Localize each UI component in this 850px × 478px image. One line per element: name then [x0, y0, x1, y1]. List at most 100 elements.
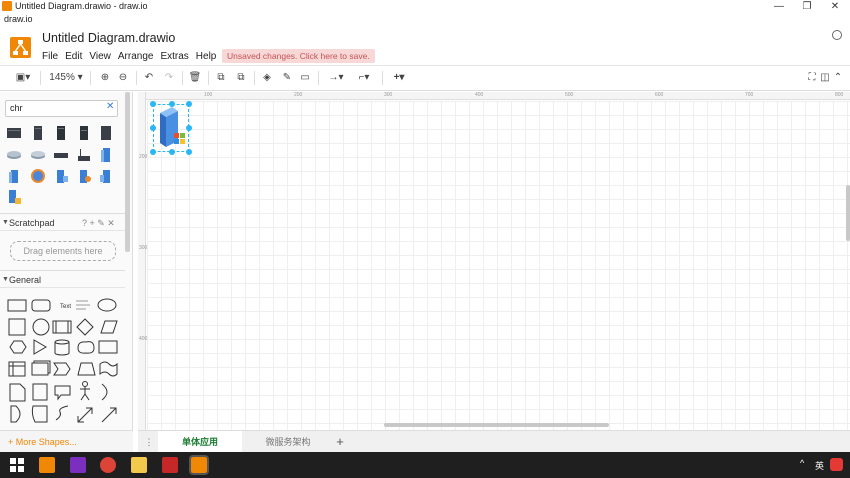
resize-handle[interactable]	[186, 101, 192, 107]
drawio-app-icon	[2, 1, 12, 11]
collapse-icon[interactable]: ⌃	[832, 71, 844, 85]
shape-search-input[interactable]: chr	[5, 100, 118, 117]
url-label: draw.io	[4, 14, 33, 24]
diagram-canvas[interactable]: 100 200 300 400 500 600 700 800 200 300 …	[138, 92, 850, 430]
resize-handle[interactable]	[186, 125, 192, 131]
collapse-arrow-icon: ▼	[2, 276, 9, 283]
shape-sidebar: chr ✕ ▼ Scratchpad ? + ✎ ✕ Drag elements…	[0, 92, 133, 430]
format-panel-icon[interactable]: ▣▾	[12, 71, 34, 85]
windows-server-icon[interactable]	[6, 189, 22, 205]
resize-handle[interactable]	[150, 125, 156, 131]
globe-server-icon[interactable]	[30, 168, 46, 184]
undo-icon[interactable]: ↶	[142, 71, 156, 85]
split-panel-icon[interactable]: ◫	[819, 71, 831, 85]
to-back-icon[interactable]: ⧉	[234, 71, 248, 85]
menu-view[interactable]: View	[89, 51, 111, 62]
zoom-select[interactable]: 145% ▾	[48, 71, 84, 85]
zoom-out-icon[interactable]: ⊖	[116, 71, 130, 85]
zoom-in-icon[interactable]: ⊕	[98, 71, 112, 85]
globe-icon[interactable]	[832, 30, 842, 40]
menu-extras[interactable]: Extras	[160, 51, 188, 62]
server-tower-icon[interactable]	[98, 125, 114, 141]
drawio-logo-icon	[10, 37, 31, 58]
ruler-tick: 700	[745, 92, 754, 98]
shadow-icon[interactable]: ▭	[298, 71, 312, 85]
search-clear-icon[interactable]: ✕	[106, 101, 114, 112]
pages-menu-icon[interactable]: ⋮	[144, 431, 154, 453]
canvas-vertical-scrollbar[interactable]	[846, 185, 850, 241]
server-tower-icon[interactable]	[53, 125, 69, 141]
blue-server-icon[interactable]	[98, 147, 114, 163]
router-icon[interactable]	[6, 147, 22, 163]
input-method-icon[interactable]	[830, 458, 843, 471]
scratchpad-header[interactable]: ▼ Scratchpad ? + ✎ ✕	[0, 213, 125, 231]
toolbar: ▣▾ 145% ▾ ⊕ ⊖ ↶ ↷ 🗑 ⧉ ⧉ ◈ ✎ ▭ →▾ ⌐▾ +▾ ⛶…	[0, 66, 850, 91]
windows-server-icon	[160, 107, 185, 147]
menu-edit[interactable]: Edit	[65, 51, 82, 62]
file-explorer-taskbar-icon[interactable]	[131, 457, 147, 473]
server-tower-icon[interactable]	[30, 125, 46, 141]
resize-handle[interactable]	[186, 149, 192, 155]
ide-taskbar-icon[interactable]	[70, 457, 86, 473]
router-icon[interactable]	[30, 147, 46, 163]
ruler-tick: 500	[565, 92, 574, 98]
left-ruler: 200 300 400	[138, 92, 148, 430]
sidebar-scrollbar[interactable]	[125, 92, 130, 252]
rounded-rectangle-shape	[31, 299, 51, 312]
resize-handle[interactable]	[169, 149, 175, 155]
collapse-arrow-icon: ▼	[2, 219, 9, 226]
resize-handle[interactable]	[169, 101, 175, 107]
menu-file[interactable]: File	[42, 51, 58, 62]
resize-handle[interactable]	[150, 101, 156, 107]
redo-icon[interactable]: ↷	[162, 71, 176, 85]
menu-help[interactable]: Help	[196, 51, 217, 62]
more-shapes-button[interactable]: + More Shapes...	[0, 430, 133, 452]
unsaved-changes-notice[interactable]: Unsaved changes. Click here to save.	[222, 49, 375, 63]
scratchpad-title: Scratchpad	[9, 218, 55, 228]
line-color-icon[interactable]: ✎	[280, 71, 294, 85]
resize-handle[interactable]	[150, 149, 156, 155]
insert-icon[interactable]: +▾	[388, 71, 410, 85]
server-rack-icon[interactable]	[6, 125, 22, 141]
canvas-grid	[147, 101, 850, 430]
scratchpad-actions[interactable]: ? + ✎ ✕	[82, 214, 115, 232]
add-page-button[interactable]: +	[332, 431, 348, 453]
ruler-tick: 400	[139, 336, 148, 342]
input-language-indicator[interactable]: 英	[815, 459, 824, 472]
ruler-tick: 200	[139, 154, 148, 160]
windows-start-icon[interactable]	[9, 457, 25, 473]
pdf-reader-taskbar-icon[interactable]	[162, 457, 178, 473]
canvas-horizontal-scrollbar[interactable]	[384, 423, 609, 427]
blue-server-icon[interactable]	[76, 168, 92, 184]
window-title: Untitled Diagram.drawio - draw.io	[15, 1, 148, 11]
fullscreen-icon[interactable]: ⛶	[806, 71, 818, 85]
drawio-active-taskbar-icon[interactable]	[189, 455, 209, 475]
general-header[interactable]: ▼ General	[0, 270, 125, 288]
delete-icon[interactable]: 🗑	[188, 71, 202, 85]
chrome-taskbar-icon[interactable]	[100, 457, 116, 473]
minimize-button[interactable]: —	[764, 0, 794, 13]
scratchpad-drop-area[interactable]: Drag elements here	[10, 241, 116, 261]
to-front-icon[interactable]: ⧉	[214, 71, 228, 85]
document-title[interactable]: Untitled Diagram.drawio	[42, 31, 175, 45]
close-window-button[interactable]: ✕	[820, 0, 850, 13]
wireless-router-icon[interactable]	[76, 147, 92, 163]
page-tab[interactable]: 微服务架构	[248, 431, 328, 453]
connection-icon[interactable]: →▾	[324, 71, 348, 85]
blue-server-icon[interactable]	[53, 168, 69, 184]
zoom-value: 145%	[49, 72, 75, 83]
server-tower-icon[interactable]	[76, 125, 92, 141]
fill-color-icon[interactable]: ◈	[260, 71, 274, 85]
menu-arrange[interactable]: Arrange	[118, 51, 154, 62]
switch-icon[interactable]	[53, 147, 69, 163]
blue-server-icon[interactable]	[6, 168, 22, 184]
drawio-taskbar-icon[interactable]	[39, 457, 55, 473]
maximize-button[interactable]: ❐	[792, 0, 822, 13]
tray-expand-icon[interactable]: ^	[800, 458, 804, 468]
ruler-tick: 300	[384, 92, 393, 98]
selected-windows-server-shape[interactable]	[150, 101, 192, 155]
ruler-tick: 400	[475, 92, 484, 98]
waypoints-icon[interactable]: ⌐▾	[352, 71, 376, 85]
blue-server-icon[interactable]	[98, 168, 114, 184]
page-tab-active[interactable]: 单体应用	[158, 431, 242, 453]
